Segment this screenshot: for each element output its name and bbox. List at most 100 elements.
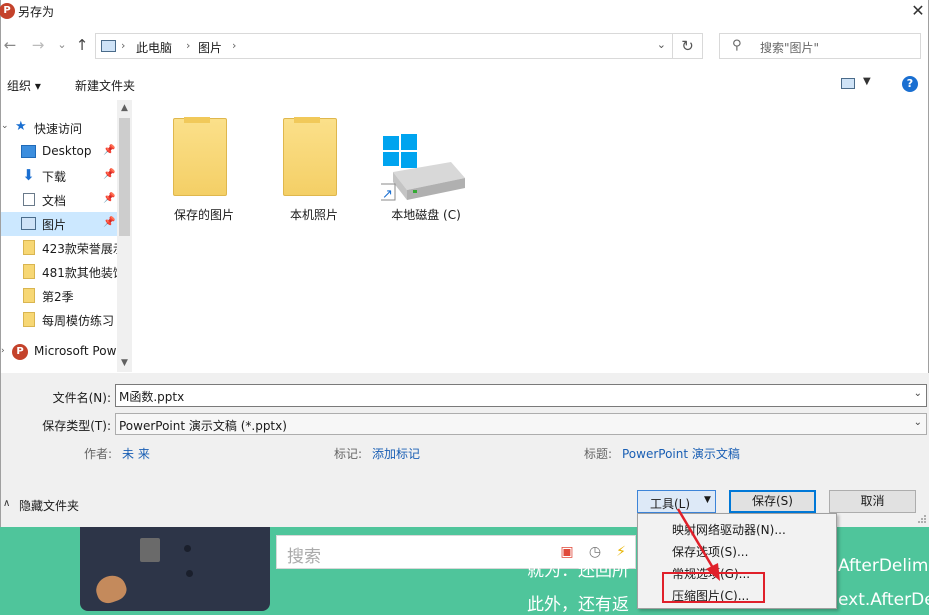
chevron-down-icon: ▼ xyxy=(704,495,711,505)
filename-value: M函数.pptx xyxy=(119,390,185,404)
tags-label: 标记: xyxy=(334,447,363,461)
sidebar-item-label: 481款其他装饰 xyxy=(42,266,117,280)
sidebar-item-microsoft-powerpoint[interactable]: › P Microsoft PowerPoint xyxy=(1,340,117,364)
sidebar-item-downloads[interactable]: ⬇ 下载 📌 xyxy=(1,164,117,188)
filetype-select[interactable]: PowerPoint 演示文稿 (*.pptx) ⌄ xyxy=(115,413,927,435)
folder-icon xyxy=(23,312,35,327)
powerpoint-icon: P xyxy=(12,344,28,360)
sidebar-item-label: Microsoft PowerPoint xyxy=(34,344,117,358)
scroll-down-icon[interactable]: ▼ xyxy=(117,356,132,371)
close-button[interactable]: ✕ xyxy=(907,0,929,22)
svg-text:↗: ↗ xyxy=(382,187,393,202)
search-placeholder: 搜索"图片" xyxy=(760,41,820,55)
file-label: 本地磁盘 (C) xyxy=(391,208,461,222)
sidebar-item-label: 第2季 xyxy=(42,290,74,304)
author-value[interactable]: 未 来 xyxy=(122,445,150,462)
pictures-icon xyxy=(101,40,116,52)
pictures-icon xyxy=(21,217,36,230)
folder-icon xyxy=(23,240,35,255)
scroll-up-icon[interactable]: ▲ xyxy=(117,101,132,116)
pin-icon[interactable]: 📌 xyxy=(103,169,115,180)
folder-icon xyxy=(23,264,35,279)
title-bar[interactable]: P 另存为 ✕ xyxy=(0,0,929,24)
chevron-down-icon[interactable]: ⌄ xyxy=(657,38,666,51)
search-icon: ⚲ xyxy=(732,38,742,53)
dialog-title: 另存为 xyxy=(18,5,55,19)
back-button[interactable]: ← xyxy=(1,36,19,54)
save-as-dialog: P 另存为 ✕ ← → ⌄ ↑ › 此电脑 › 图片 › ⌄ ↻ ⚲ 搜索"图片… xyxy=(0,0,929,527)
pin-icon[interactable]: 📌 xyxy=(103,193,115,204)
scrollbar-thumb[interactable] xyxy=(119,118,130,236)
file-item-folder[interactable]: 保存的图片 xyxy=(149,117,259,228)
chevron-right-icon: › xyxy=(121,39,126,52)
sidebar-item-folder[interactable]: 481款其他装饰 xyxy=(1,260,117,284)
filename-label: 文件名(N): xyxy=(52,391,111,405)
pin-icon[interactable]: 📌 xyxy=(103,145,115,156)
document-icon xyxy=(23,193,35,206)
sidebar-item-label: 快速访问 xyxy=(34,122,83,136)
file-item-folder[interactable]: 本机照片 xyxy=(259,117,369,228)
recent-locations-button[interactable]: ⌄ xyxy=(53,36,71,54)
filename-input[interactable]: M函数.pptx ⌄ xyxy=(115,384,927,407)
title-value[interactable]: PowerPoint 演示文稿 xyxy=(622,445,740,462)
folder-icon xyxy=(283,117,337,196)
character-pocket xyxy=(140,538,160,562)
forward-button[interactable]: → xyxy=(29,36,47,54)
file-label: 本机照片 xyxy=(289,208,338,222)
background-text: 就为：还回所 xyxy=(527,561,629,581)
sidebar-item-folder[interactable]: 第2季 xyxy=(1,284,117,308)
title-label: 标题: xyxy=(584,447,613,461)
chevron-down-icon[interactable]: ⌄ xyxy=(914,417,922,428)
view-options-icon[interactable] xyxy=(841,78,855,89)
powerpoint-icon: P xyxy=(0,3,15,19)
file-item-drive[interactable]: ↗ 本地磁盘 (C) xyxy=(371,118,481,228)
navigation-pane: ⌄ ★ 快速访问 Desktop 📌 ⬇ 下载 📌 文档 📌 图片 📌 423款… xyxy=(1,100,132,372)
folder-icon xyxy=(173,117,227,196)
filetype-label: 保存类型(T): xyxy=(42,419,111,433)
pin-icon[interactable]: 📌 xyxy=(103,217,115,228)
cancel-button[interactable]: 取消 xyxy=(829,490,916,513)
sidebar-item-pictures[interactable]: 图片 📌 xyxy=(1,212,117,236)
file-label: 保存的图片 xyxy=(173,208,234,222)
background-search-placeholder: 搜索 xyxy=(287,547,321,567)
refresh-button[interactable]: ↻ xyxy=(673,33,703,59)
coat-button xyxy=(186,570,193,577)
folder-icon xyxy=(23,288,35,303)
add-tags-link[interactable]: 添加标记 xyxy=(372,445,420,462)
sidebar-item-folder[interactable]: 423款荣誉展示 xyxy=(1,236,117,260)
breadcrumb-this-pc[interactable]: 此电脑 xyxy=(136,39,172,56)
download-icon: ⬇ xyxy=(22,166,35,184)
save-button[interactable]: 保存(S) xyxy=(729,490,816,513)
annotation-arrow-icon xyxy=(676,508,720,581)
sidebar-item-label: 每周模仿练习 xyxy=(42,314,115,328)
new-folder-button[interactable]: 新建文件夹 xyxy=(75,77,135,94)
chevron-down-icon[interactable]: ⌄ xyxy=(1,121,9,131)
chevron-right-icon[interactable]: › xyxy=(1,346,5,356)
hide-folders-button[interactable]: 隐藏文件夹 xyxy=(19,497,79,514)
chevron-right-icon[interactable]: › xyxy=(232,39,236,52)
sidebar-item-folder[interactable]: 每周模仿练习 xyxy=(1,308,117,332)
coat-button xyxy=(184,545,191,552)
chevron-down-icon[interactable]: ⌄ xyxy=(914,388,922,399)
resize-grip-icon[interactable] xyxy=(917,514,927,524)
organize-button[interactable]: 组织 ▾ xyxy=(7,77,41,94)
chevron-right-icon: › xyxy=(186,39,191,52)
drive-icon: ↗ xyxy=(381,134,465,202)
chevron-down-icon[interactable]: ▼ xyxy=(863,76,871,87)
help-icon[interactable]: ? xyxy=(902,76,918,92)
chevron-up-icon[interactable]: ∧ xyxy=(3,498,10,509)
background-text: ext.AfterDe xyxy=(838,590,929,610)
address-bar[interactable]: › 此电脑 › 图片 › ⌄ xyxy=(95,33,673,59)
up-button[interactable]: ↑ xyxy=(73,36,91,54)
star-icon: ★ xyxy=(15,119,27,134)
sidebar-item-label: 423款荣誉展示 xyxy=(42,242,117,256)
author-label: 作者: xyxy=(84,447,113,461)
desktop-icon xyxy=(21,145,36,158)
sidebar-item-desktop[interactable]: Desktop 📌 xyxy=(1,140,117,164)
sidebar-item-quick-access[interactable]: ⌄ ★ 快速访问 xyxy=(1,116,117,140)
sidebar-item-documents[interactable]: 文档 📌 xyxy=(1,188,117,212)
search-input[interactable]: ⚲ 搜索"图片" xyxy=(719,33,921,59)
breadcrumb-pictures[interactable]: 图片 xyxy=(198,39,222,56)
background-text: AfterDelimi xyxy=(838,556,929,576)
background-text: 此外，还有返 xyxy=(527,595,629,615)
